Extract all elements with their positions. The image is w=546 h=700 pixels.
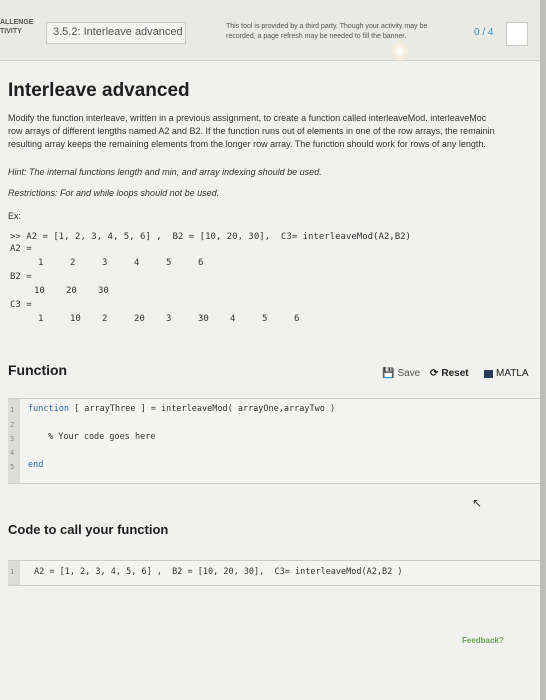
save-icon: 💾	[382, 368, 395, 379]
line-number: 4	[10, 449, 15, 457]
description-line-1: Modify the function interleave, written …	[8, 113, 487, 123]
code-line-3: % Your code goes here	[48, 432, 156, 442]
save-label: Save	[397, 368, 421, 379]
example-value: 5	[262, 314, 268, 324]
example-value: 1	[38, 258, 44, 268]
function-section-title: Function	[8, 362, 68, 378]
line-number: 1	[10, 568, 15, 576]
example-value: 20	[66, 286, 77, 296]
matlab-icon	[484, 369, 493, 378]
save-button[interactable]: 💾 Save	[382, 368, 420, 379]
example-value: 10	[70, 314, 81, 324]
function-keyword: function	[28, 404, 69, 414]
mouse-pointer-icon: ↖	[472, 496, 483, 510]
example-value: 2	[102, 314, 108, 324]
activity-header: ALLENGE TIVITY 3.5.2: Interleave advance…	[0, 0, 540, 62]
matlab-label: MATLA	[496, 368, 529, 379]
call-line-gutter: 1	[8, 561, 20, 585]
example-value: 30	[98, 286, 109, 296]
page: ALLENGE TIVITY 3.5.2: Interleave advance…	[0, 0, 540, 700]
example-value: 4	[230, 314, 236, 324]
reset-label: Reset	[441, 368, 469, 379]
example-value: 4	[134, 258, 140, 268]
example-value: 3	[166, 314, 172, 324]
example-value: 6	[294, 314, 300, 324]
c3-label: C3 =	[10, 300, 32, 310]
completion-checkbox	[506, 22, 528, 46]
notice-line-2: recorded, a page refresh may be needed t…	[226, 33, 407, 40]
glare	[392, 40, 408, 62]
score: 0 / 4	[474, 27, 494, 38]
call-code-line: A2 = [1, 2, 3, 4, 5, 6] , B2 = [10, 20, …	[34, 567, 403, 577]
window-edge	[540, 0, 546, 700]
example-value: 30	[198, 314, 209, 324]
b2-label: B2 =	[10, 272, 32, 282]
code-line-1: function [ arrayThree ] = interleaveMod(…	[28, 404, 335, 414]
call-code-editor[interactable]: 1 A2 = [1, 2, 3, 4, 5, 6] , B2 = [10, 20…	[8, 560, 540, 586]
challenge-activity-badge: ALLENGE TIVITY	[0, 18, 44, 46]
a2-label: A2 =	[10, 244, 32, 254]
badge-line-2: TIVITY	[0, 28, 22, 35]
description-line-3: resulting array keeps the remaining elem…	[8, 139, 486, 149]
line-number: 2	[10, 421, 15, 429]
line-number: 5	[10, 463, 15, 471]
example-command: >> A2 = [1, 2, 3, 4, 5, 6] , B2 = [10, 2…	[10, 232, 411, 242]
feedback-link[interactable]: Feedback?	[462, 636, 504, 645]
matlab-button[interactable]: MATLA	[484, 368, 529, 379]
code-line-5: end	[28, 460, 44, 470]
line-gutter: 1 2 3 4 5	[8, 399, 20, 483]
notice-line-1: This tool is provided by a third party. …	[226, 23, 428, 30]
line-number: 1	[10, 406, 15, 414]
restrictions-text: Restrictions: For and while loops should…	[8, 188, 220, 198]
reset-icon: ⟳	[430, 368, 439, 379]
example-value: 1	[38, 314, 44, 324]
function-signature: [ arrayThree ] = interleaveMod( arrayOne…	[68, 404, 336, 414]
function-code-editor[interactable]: 1 2 3 4 5 function [ arrayThree ] = inte…	[8, 398, 540, 484]
example-value: 2	[70, 258, 76, 268]
third-party-notice: This tool is provided by a third party. …	[226, 22, 466, 42]
reset-button[interactable]: ⟳ Reset	[430, 368, 469, 379]
breadcrumb[interactable]: 3.5.2: Interleave advanced	[46, 22, 186, 44]
page-title: Interleave advanced	[8, 80, 190, 101]
example-value: 5	[166, 258, 172, 268]
description-line-2: row arrays of different lengths named A2…	[8, 126, 495, 136]
example-value: 3	[102, 258, 108, 268]
hint-text: Hint: The internal functions length and …	[8, 167, 322, 177]
example-value: 20	[134, 314, 145, 324]
example-label: Ex:	[8, 211, 22, 221]
line-number: 3	[10, 435, 15, 443]
badge-line-1: ALLENGE	[0, 19, 34, 26]
example-value: 10	[34, 286, 45, 296]
example-value: 6	[198, 258, 204, 268]
call-section-title: Code to call your function	[8, 522, 169, 537]
